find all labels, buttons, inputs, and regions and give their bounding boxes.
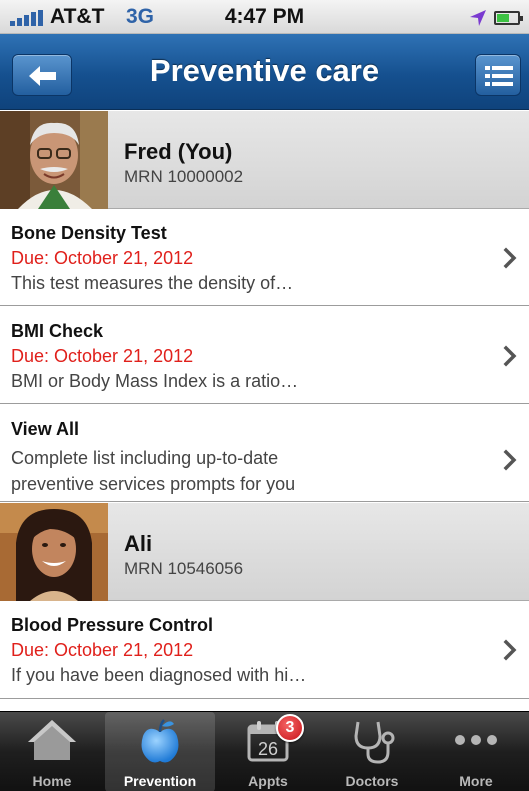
list-item-view-all[interactable]: View All Complete list including up-to-d…: [0, 405, 529, 502]
item-due-date: Due: October 21, 2012: [11, 640, 194, 660]
item-description: BMI or Body Mass Index is a ratio…: [11, 371, 299, 391]
chevron-right-icon: [503, 449, 517, 471]
notification-badge: 3: [276, 714, 304, 742]
list-item-bmi-check[interactable]: BMI Check Due: October 21, 2012 BMI or B…: [0, 307, 529, 404]
patient-mrn: MRN 10546056: [124, 559, 244, 578]
patient-mrn: MRN 10000002: [124, 167, 244, 186]
patient-header-ali[interactable]: Ali MRN 10546056: [0, 503, 529, 601]
navigation-bar: Preventive care: [0, 34, 529, 110]
tab-home[interactable]: Home: [2, 712, 102, 791]
calendar-day: 26: [258, 739, 278, 759]
item-due-date: Due: October 21, 2012: [11, 248, 194, 268]
item-description-line: preventive services prompts for you: [11, 474, 296, 494]
tab-label: Home: [32, 773, 72, 789]
tab-label: Appts: [248, 773, 288, 789]
tab-label: Prevention: [123, 773, 197, 789]
battery-icon: [494, 11, 523, 25]
list-menu-icon: [485, 66, 513, 86]
tab-bar: Home Prevention 26 3 Appts Doctors More: [0, 711, 529, 791]
chevron-right-icon: [503, 639, 517, 661]
list-item-bone-density[interactable]: Bone Density Test Due: October 21, 2012 …: [0, 209, 529, 306]
item-title: View All: [11, 419, 80, 439]
page-title: Preventive care: [149, 53, 380, 88]
item-description: If you have been diagnosed with hi…: [11, 665, 307, 685]
chevron-right-icon: [503, 247, 517, 269]
item-title: Bone Density Test: [11, 223, 167, 243]
stethoscope-icon: [354, 721, 395, 764]
item-title: BMI Check: [11, 321, 104, 341]
patient-name: Ali: [124, 531, 153, 556]
tab-more[interactable]: More: [426, 712, 526, 791]
status-bar: AT&T 3G 4:47 PM: [0, 0, 529, 34]
avatar: [0, 111, 108, 209]
chevron-right-icon: [503, 345, 517, 367]
location-arrow-icon: [470, 10, 486, 26]
home-icon: [28, 720, 76, 760]
list-spacer: [0, 699, 529, 711]
item-title: Blood Pressure Control: [11, 615, 214, 635]
patient-header-fred[interactable]: Fred (You) MRN 10000002: [0, 111, 529, 209]
tab-doctors[interactable]: Doctors: [322, 712, 422, 791]
avatar: [0, 503, 108, 601]
item-description: Complete list including up-to-date preve…: [11, 445, 471, 497]
status-time: 4:47 PM: [224, 5, 305, 28]
apple-icon: [141, 719, 179, 763]
item-description-line: Complete list including up-to-date: [11, 448, 279, 468]
tab-appts[interactable]: 26 3 Appts: [218, 712, 318, 791]
tab-label: Doctors: [345, 773, 399, 789]
tab-label: More: [459, 773, 493, 789]
tab-prevention[interactable]: Prevention: [105, 712, 215, 791]
item-description: This test measures the density of…: [11, 273, 294, 293]
item-due-date: Due: October 21, 2012: [11, 346, 194, 366]
menu-button[interactable]: [475, 54, 521, 96]
more-dots-icon: [455, 735, 497, 745]
list-item-blood-pressure[interactable]: Blood Pressure Control Due: October 21, …: [0, 601, 529, 699]
patient-name: Fred (You): [124, 139, 233, 164]
